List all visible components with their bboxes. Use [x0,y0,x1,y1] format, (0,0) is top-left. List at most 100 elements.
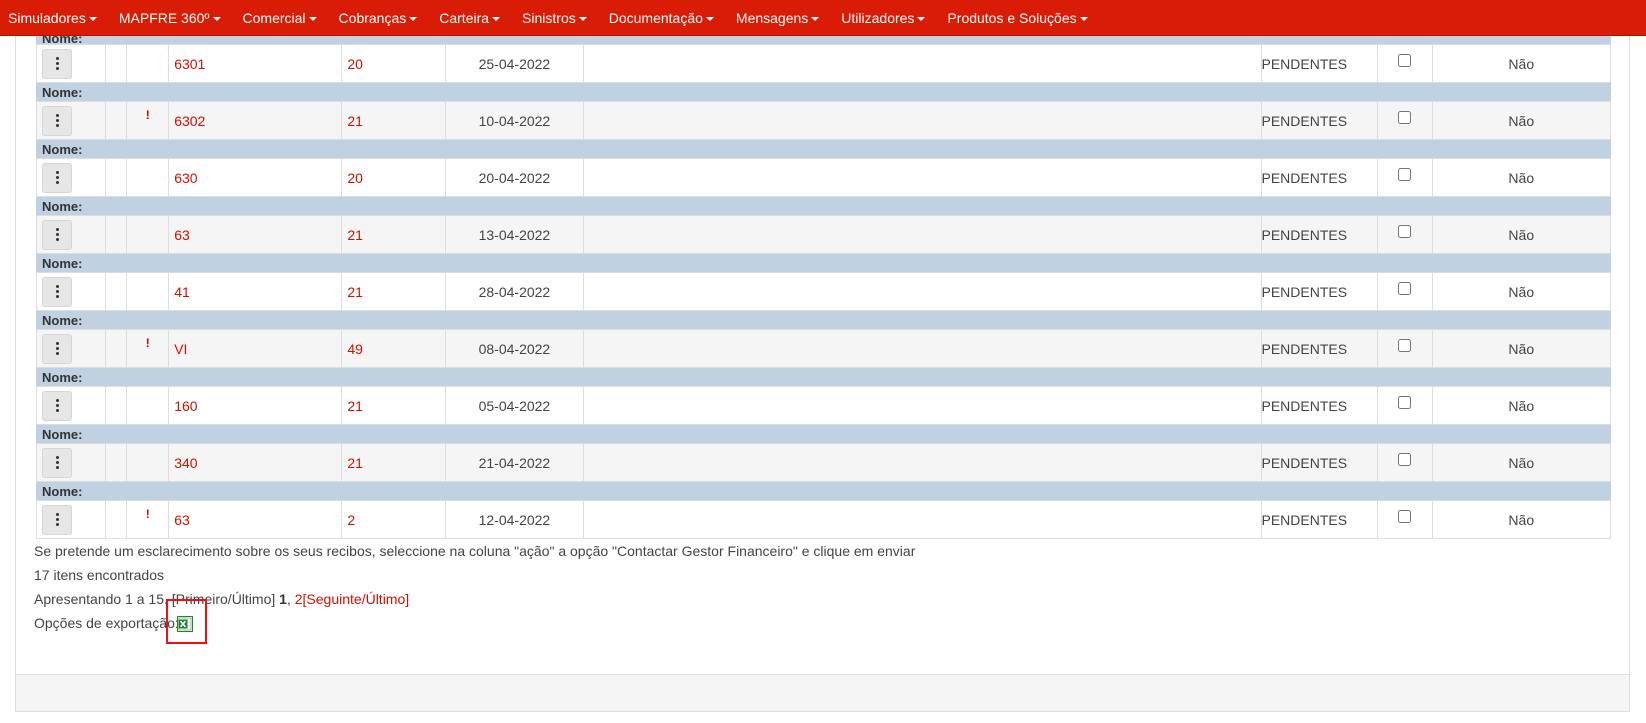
table-row: 63 21 13-04-2022 PENDENTES Não [35,215,1612,254]
receipt-number-link[interactable]: 21 [342,398,363,414]
checkbox-cell [1376,101,1433,140]
nav-item-label: Sinistros [522,9,576,26]
status-cell: PENDENTES [1260,443,1378,482]
status-cell: PENDENTES [1260,215,1378,254]
row-checkbox[interactable] [1398,396,1412,409]
receipt-code-link[interactable]: 63 [169,512,190,528]
date-cell: 13-04-2022 [445,215,584,254]
receipt-number-link[interactable]: 21 [342,455,363,471]
checkbox-cell [1376,443,1433,482]
receipt-number-link[interactable]: 2 [342,512,355,528]
name-label: Nome: [36,310,1611,330]
status-cell: PENDENTES [1260,272,1378,311]
receipt-code-link[interactable]: 41 [169,284,190,300]
nav-item-5[interactable]: Sinistros [512,0,599,35]
nav-item-6[interactable]: Documentação [599,0,726,35]
number-cell: 21 [341,101,447,140]
warning-icon: ! [145,506,150,521]
description-cell [582,44,1262,83]
action-cell [35,215,107,254]
warning-icon: ! [145,335,150,350]
next-page-link[interactable]: Seguinte [306,591,361,607]
action-menu-button[interactable] [42,219,72,250]
action-menu-button[interactable] [42,276,72,307]
action-menu-button[interactable] [42,447,72,478]
row-checkbox[interactable] [1398,54,1412,67]
caret-down-icon [212,16,221,21]
action-cell [35,272,107,311]
row-checkbox[interactable] [1398,282,1412,295]
action-menu-button[interactable] [42,48,72,79]
name-label: Nome: [36,253,1611,273]
receipt-number-link[interactable]: 21 [342,113,363,129]
code-cell: 6301 [168,44,343,83]
caret-down-icon [578,16,587,21]
row-checkbox[interactable] [1398,111,1412,124]
number-cell: 21 [341,272,447,311]
row-checkbox[interactable] [1398,225,1412,238]
action-menu-button[interactable] [42,333,72,364]
name-row: Nome: [36,82,1611,102]
action-menu-button[interactable] [42,390,72,421]
last-page-link[interactable]: Último [366,591,406,607]
row-checkbox[interactable] [1398,339,1412,352]
receipt-number-link[interactable]: 21 [342,227,363,243]
row-checkbox[interactable] [1398,168,1412,181]
empty-cell [105,158,128,197]
highlight-box [166,599,207,644]
action-menu-button[interactable] [42,504,72,535]
nav-item-8[interactable]: Utilizadores [831,0,937,35]
table-row: ! VI 49 08-04-2022 PENDENTES Não [35,329,1612,368]
receipt-number-link[interactable]: 21 [342,284,363,300]
name-row: Nome: [36,481,1611,501]
code-cell: 63 [168,215,343,254]
kebab-vertical-icon [55,228,59,241]
receipt-code-link[interactable]: 6302 [169,113,205,129]
name-row: Nome: [36,253,1611,273]
receipt-code-link[interactable]: 6301 [169,56,205,72]
number-cell: 21 [341,215,447,254]
nav-item-9[interactable]: Produtos e Soluções [937,0,1099,35]
panel-footer [16,674,1629,711]
nav-item-2[interactable]: Comercial [233,0,329,35]
nav-item-label: Cobranças [338,9,407,26]
pagination: Apresentando 1 a 15. [Primeiro/Último] 1… [34,591,409,607]
action-menu-button[interactable] [42,162,72,193]
showing-range-text: Apresentando 1 a 15. [ [34,591,176,607]
receipt-number-link[interactable]: 49 [342,341,363,357]
nav-item-3[interactable]: Cobranças [329,0,430,35]
receipt-code-link[interactable]: VI [169,341,187,357]
page-2-link[interactable]: 2 [295,591,303,607]
table-row: ! 6302 21 10-04-2022 PENDENTES Não [35,101,1612,140]
receipt-code-link[interactable]: 630 [169,170,197,186]
receipt-code-link[interactable]: 160 [169,398,197,414]
nav-item-4[interactable]: Carteira [429,0,512,35]
code-cell: 6302 [168,101,343,140]
row-checkbox[interactable] [1398,453,1412,466]
receipt-number-link[interactable]: 20 [342,170,363,186]
empty-cell [105,272,128,311]
table-row: ! 63 2 12-04-2022 PENDENTES Não [35,500,1612,539]
status-cell: PENDENTES [1260,386,1378,425]
receipt-code-link[interactable]: 63 [169,227,190,243]
empty-cell [105,443,128,482]
nav-item-0[interactable]: Simuladores [0,0,109,35]
status-cell: PENDENTES [1260,500,1378,539]
row-checkbox[interactable] [1398,510,1412,523]
date-cell: 08-04-2022 [445,329,584,368]
action-cell [35,443,107,482]
warning-cell [126,44,170,83]
nav-item-7[interactable]: Mensagens [726,0,831,35]
table-row: 340 21 21-04-2022 PENDENTES Não [35,443,1612,482]
receipt-code-link[interactable]: 340 [169,455,197,471]
action-cell [35,44,107,83]
kebab-vertical-icon [55,114,59,127]
pagination-bracket: ] [271,591,280,607]
empty-cell [105,215,128,254]
action-menu-button[interactable] [42,105,72,136]
caret-down-icon [1079,16,1088,21]
date-cell: 28-04-2022 [445,272,584,311]
receipt-number-link[interactable]: 20 [342,56,363,72]
caret-down-icon [88,16,97,21]
nav-item-1[interactable]: MAPFRE 360º [109,0,233,35]
